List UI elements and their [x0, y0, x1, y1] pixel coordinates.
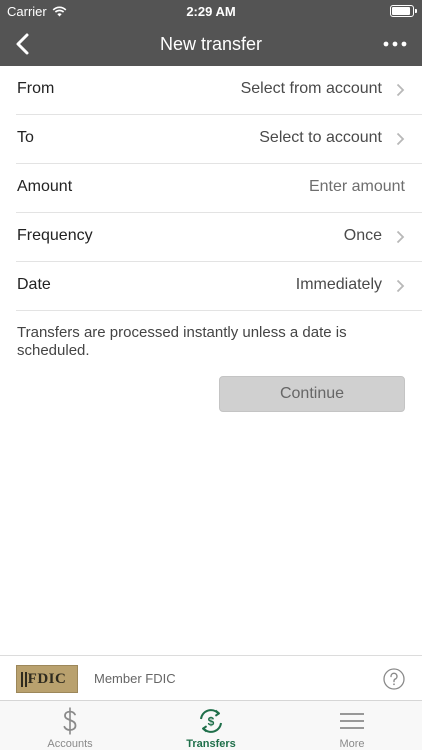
chevron-right-icon	[396, 279, 405, 293]
tab-more[interactable]: More	[282, 701, 422, 750]
battery-icon	[390, 5, 417, 17]
fdic-bar: FDIC Member FDIC	[0, 655, 422, 700]
chevron-right-icon	[396, 83, 405, 97]
date-row[interactable]: Date Immediately	[16, 262, 422, 311]
chevron-right-icon	[396, 132, 405, 146]
transfer-form: From Select from account To Select to ac…	[0, 66, 422, 311]
from-account-value: Select from account	[240, 80, 382, 97]
to-label: To	[17, 129, 34, 146]
status-bar: Carrier 2:29 AM	[0, 0, 422, 22]
svg-text:$: $	[208, 715, 215, 729]
amount-input[interactable]: Enter amount	[309, 178, 405, 196]
continue-button[interactable]: Continue	[219, 376, 405, 412]
tab-bar: Accounts $ Transfers More	[0, 700, 422, 750]
frequency-value: Once	[343, 227, 382, 244]
nav-bar: New transfer	[0, 22, 422, 66]
dollar-icon	[63, 707, 77, 735]
hamburger-menu-icon	[340, 713, 364, 729]
question-circle-icon[interactable]	[383, 668, 405, 690]
tab-transfers-label: Transfers	[186, 738, 236, 750]
tab-accounts-label: Accounts	[47, 738, 93, 750]
transfer-note: Transfers are processed instantly unless…	[17, 324, 347, 359]
page-title: New transfer	[159, 34, 263, 54]
amount-row[interactable]: Amount Enter amount	[16, 164, 422, 213]
fdic-logo-mark	[21, 672, 27, 687]
fdic-logo-text: FDIC	[27, 670, 67, 687]
tab-accounts[interactable]: Accounts	[0, 701, 140, 750]
date-value: Immediately	[295, 276, 382, 293]
frequency-row[interactable]: Frequency Once	[16, 213, 422, 262]
to-account-value: Select to account	[259, 129, 382, 146]
from-account-row[interactable]: From Select from account	[16, 66, 422, 115]
status-time: 2:29 AM	[186, 4, 236, 19]
more-dots-icon[interactable]	[382, 32, 408, 56]
to-account-row[interactable]: To Select to account	[16, 115, 422, 164]
chevron-right-icon	[396, 230, 405, 244]
tab-transfers[interactable]: $ Transfers	[141, 701, 281, 750]
app-header: Carrier 2:29 AM New transfer	[0, 0, 422, 66]
battery-fill	[392, 7, 410, 15]
transfer-cycle-icon: $	[200, 709, 222, 733]
from-label: From	[17, 80, 55, 97]
fdic-logo: FDIC	[16, 665, 78, 693]
date-label: Date	[17, 276, 51, 293]
member-fdic-text: Member FDIC	[94, 671, 176, 686]
frequency-label: Frequency	[17, 227, 93, 244]
tab-more-label: More	[339, 738, 365, 750]
amount-label: Amount	[17, 178, 73, 195]
